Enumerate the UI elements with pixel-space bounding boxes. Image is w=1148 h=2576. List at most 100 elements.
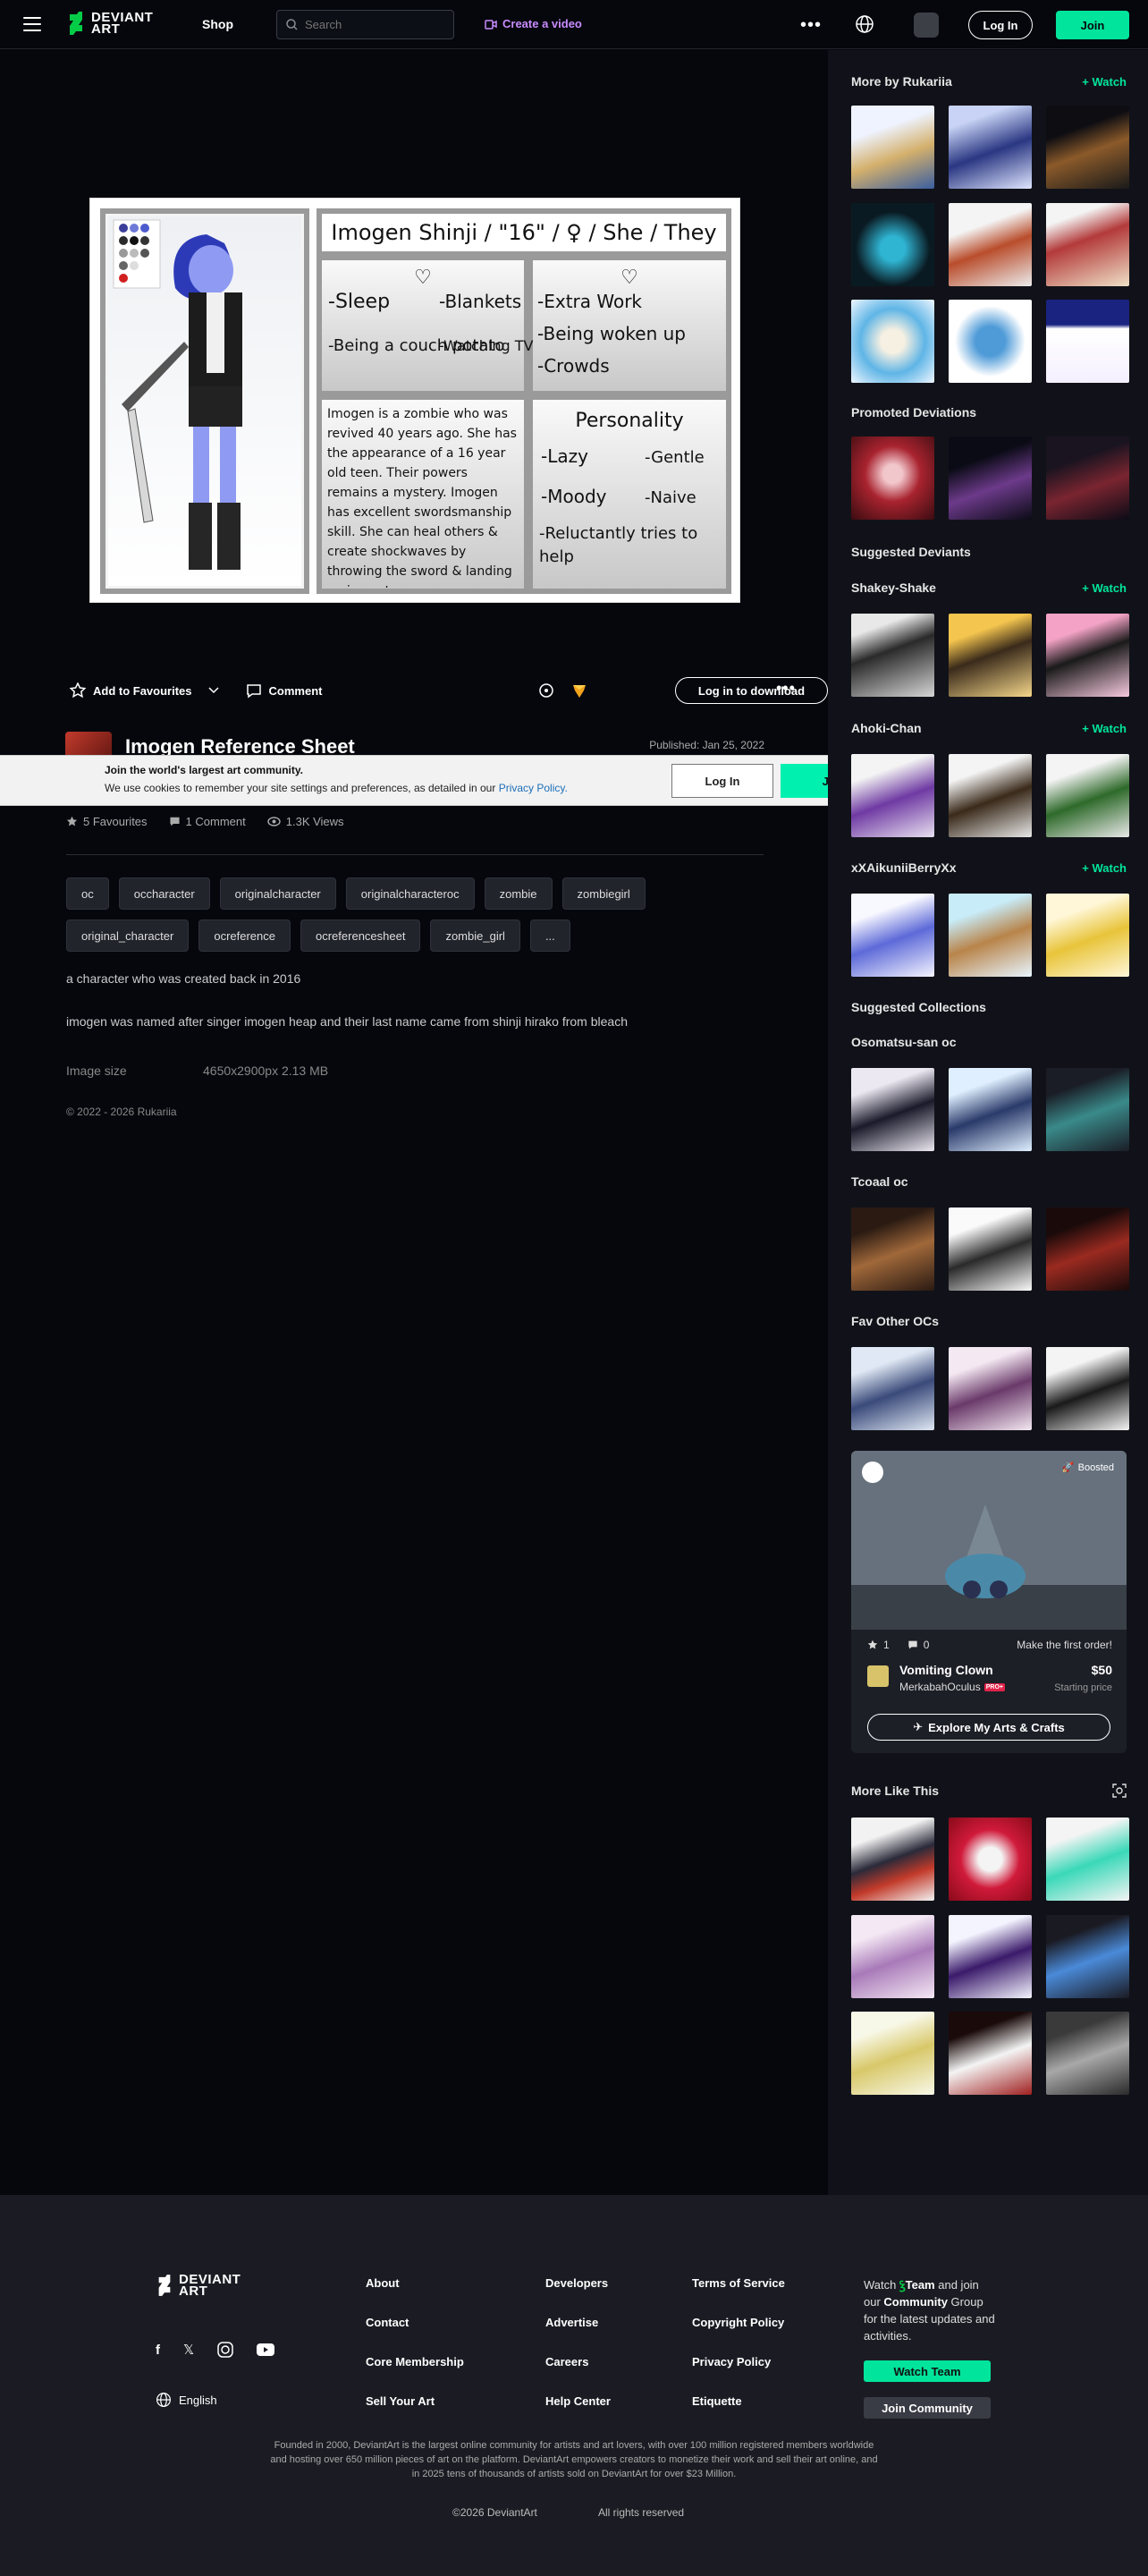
collection-name[interactable]: Fav Other OCs [851, 1314, 939, 1328]
thumbnail[interactable] [1046, 754, 1129, 837]
thumbnail[interactable] [949, 1818, 1032, 1901]
collection-name[interactable]: Osomatsu-san oc [851, 1035, 956, 1049]
thumbnail[interactable] [949, 436, 1032, 520]
footer-link-help[interactable]: Help Center [545, 2394, 611, 2408]
tag[interactable]: occharacter [118, 877, 210, 910]
thumbnail[interactable] [949, 2012, 1032, 2095]
footer-link-core[interactable]: Core Membership [366, 2355, 464, 2368]
thumbnail[interactable] [851, 894, 934, 977]
tag[interactable]: zombie_girl [430, 919, 520, 952]
thumbnail[interactable] [949, 894, 1032, 977]
facebook-icon[interactable]: f [156, 2343, 160, 2358]
tag[interactable]: originalcharacteroc [345, 877, 475, 910]
seller-name[interactable]: MerkabahOculus [899, 1681, 981, 1693]
menu-icon[interactable] [23, 17, 41, 31]
thumbnail[interactable] [851, 1818, 934, 1901]
thumbnail[interactable] [949, 1068, 1032, 1151]
thumbnail[interactable] [851, 754, 934, 837]
search-input[interactable] [305, 18, 439, 31]
youtube-icon[interactable] [257, 2343, 275, 2356]
footer-link-about[interactable]: About [366, 2276, 400, 2290]
shop-link[interactable]: Shop [202, 17, 233, 31]
tag[interactable]: zombiegirl [561, 877, 646, 910]
language-selector[interactable]: English [156, 2392, 217, 2408]
footer-link-copyright[interactable]: Copyright Policy [692, 2316, 784, 2329]
tag[interactable]: originalcharacter [219, 877, 336, 910]
join-button[interactable]: Join [1056, 11, 1129, 39]
thumbnail[interactable] [1046, 614, 1129, 697]
thumbnail[interactable] [851, 1347, 934, 1430]
watch-button[interactable]: + Watch [1082, 722, 1127, 735]
product-title[interactable]: Vomiting Clown [899, 1663, 993, 1677]
favourite-button[interactable]: Add to Favourites [70, 682, 219, 699]
deviantart-logo[interactable]: DEVIANT ART [66, 11, 153, 36]
thumbnail[interactable] [1046, 894, 1129, 977]
thumbnail[interactable] [851, 1208, 934, 1291]
thumbnail[interactable] [1046, 106, 1129, 189]
thumbnail[interactable] [1046, 203, 1129, 286]
product-image[interactable] [851, 1451, 1127, 1630]
boosted-product-card[interactable]: 🚀 Boosted 1 0 Make the first order! Vomit… [851, 1451, 1127, 1753]
create-video-button[interactable]: Create a video [485, 17, 582, 30]
thumbnail[interactable] [949, 1915, 1032, 1998]
footer-link-careers[interactable]: Careers [545, 2355, 588, 2368]
chevron-down-icon[interactable] [207, 687, 219, 694]
x-icon[interactable]: 𝕏 [183, 2342, 194, 2358]
thumbnail[interactable] [949, 1208, 1032, 1291]
thumbnail[interactable] [1046, 2012, 1129, 2095]
tag[interactable]: ocreference [198, 919, 291, 952]
thumbnail[interactable] [1046, 1818, 1129, 1901]
thumbnail[interactable] [851, 1915, 934, 1998]
collection-name[interactable]: Tcoaal oc [851, 1174, 908, 1189]
thumbnail[interactable] [851, 300, 934, 383]
thumbnail[interactable] [949, 300, 1032, 383]
watch-button[interactable]: + Watch [1082, 75, 1127, 89]
thumbnail[interactable] [1046, 1208, 1129, 1291]
thumbnail[interactable] [851, 436, 934, 520]
thumbnail[interactable] [1046, 436, 1129, 520]
footer-link-developers[interactable]: Developers [545, 2276, 608, 2290]
thumbnail[interactable] [1046, 1068, 1129, 1151]
thumbnail[interactable] [851, 1068, 934, 1151]
footer-link-terms[interactable]: Terms of Service [692, 2276, 785, 2290]
deviant-name[interactable]: Shakey-Shake [851, 580, 936, 595]
thumbnail[interactable] [949, 203, 1032, 286]
thumbnail[interactable] [851, 2012, 934, 2095]
tag[interactable]: original_character [66, 919, 190, 952]
tag[interactable]: zombie [484, 877, 553, 910]
search-box[interactable] [276, 10, 454, 39]
footer-link-privacy[interactable]: Privacy Policy [692, 2355, 771, 2368]
more-options-icon[interactable]: ••• [800, 15, 822, 36]
watch-button[interactable]: + Watch [1082, 861, 1127, 875]
thumbnail[interactable] [949, 106, 1032, 189]
banner-login-button[interactable]: Log In [671, 764, 773, 798]
instagram-icon[interactable] [217, 2342, 233, 2358]
more-actions-icon[interactable]: ••• [776, 679, 796, 698]
footer-link-advertise[interactable]: Advertise [545, 2316, 598, 2329]
deviant-name[interactable]: xXAikuniiBerryXx [851, 860, 957, 875]
thumbnail[interactable] [1046, 300, 1129, 383]
user-avatar-icon[interactable] [914, 13, 939, 38]
visual-search-icon[interactable] [1112, 1784, 1127, 1798]
thumbnail[interactable] [851, 106, 934, 189]
watch-button[interactable]: + Watch [1082, 581, 1127, 595]
thumbnail[interactable] [851, 614, 934, 697]
join-community-button[interactable]: Join Community [864, 2397, 991, 2419]
watch-team-button[interactable]: Watch Team [864, 2360, 991, 2382]
seller-avatar[interactable] [867, 1665, 889, 1687]
explore-shop-button[interactable]: ✈ Explore My Arts & Crafts [867, 1714, 1110, 1741]
comment-button[interactable]: Comment [246, 683, 322, 699]
footer-link-sell[interactable]: Sell Your Art [366, 2394, 435, 2408]
thumbnail[interactable] [949, 754, 1032, 837]
thumbnail[interactable] [1046, 1915, 1129, 1998]
thumbnail[interactable] [1046, 1347, 1129, 1430]
thumbnail[interactable] [949, 614, 1032, 697]
globe-icon[interactable] [855, 14, 874, 34]
footer-link-contact[interactable]: Contact [366, 2316, 409, 2329]
deviation-image[interactable]: Imogen Shinji / "16" / ♀ / She / They ♡ … [89, 198, 740, 603]
footer-link-etiquette[interactable]: Etiquette [692, 2394, 742, 2408]
tag[interactable]: oc [66, 877, 109, 910]
privacy-policy-link[interactable]: Privacy Policy. [499, 782, 568, 794]
footer-logo[interactable]: DEVIANT ART [156, 2273, 241, 2298]
thumbnail[interactable] [949, 1347, 1032, 1430]
